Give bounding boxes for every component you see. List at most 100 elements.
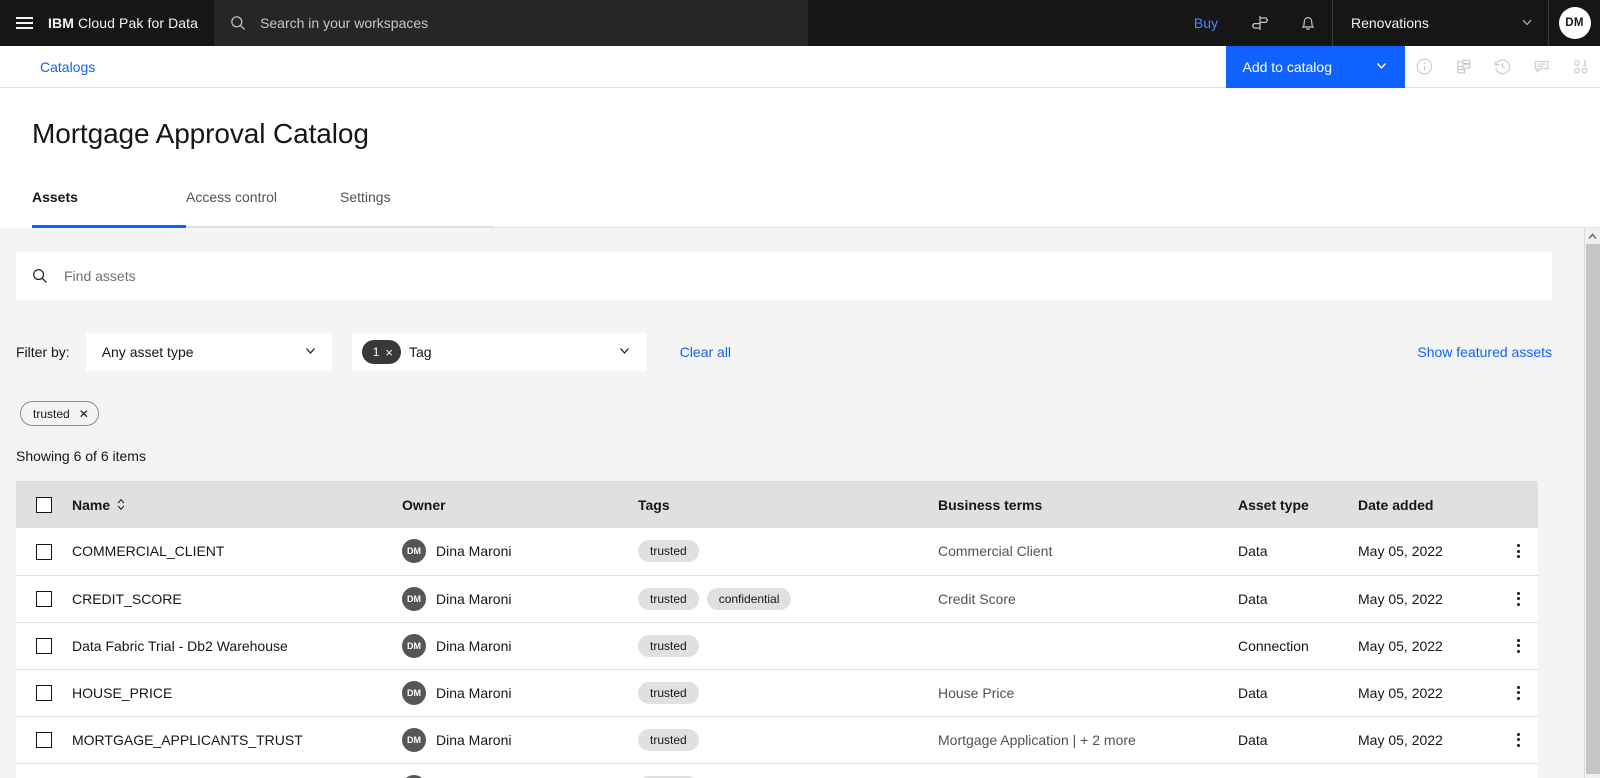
filter-row: Filter by: Any asset type 1 × Tag Clear … [16,333,1568,371]
select-all-checkbox[interactable] [36,497,52,514]
asset-name-cell[interactable]: MORTGAGE_APPLICATION [72,763,402,778]
hamburger-menu-icon[interactable] [0,0,48,46]
vertical-scrollbar[interactable] [1584,228,1600,778]
business-terms-cell: House Price [938,669,1238,716]
overflow-menu-icon[interactable] [1498,732,1538,747]
date-added-cell: May 05, 2022 [1358,622,1498,669]
asset-name-cell[interactable]: HOUSE_PRICE [72,669,402,716]
row-checkbox[interactable] [36,591,52,608]
overflow-menu-icon[interactable] [1498,544,1538,559]
tag-filter-count-badge[interactable]: 1 × [361,340,401,364]
overflow-menu-icon[interactable] [1498,638,1538,653]
tag-pill[interactable]: confidential [706,587,792,610]
overflow-menu-icon[interactable] [1498,591,1538,606]
owner-avatar: DM [402,680,426,705]
history-icon[interactable] [1483,46,1522,87]
binary-data-icon[interactable] [1561,46,1600,87]
find-assets-search[interactable] [16,252,1552,300]
page-title: Mortgage Approval Catalog [32,118,369,149]
table-row[interactable]: MORTGAGE_APPLICANTS_TRUST DM Dina Maroni… [16,716,1538,763]
table-row[interactable]: COMMERCIAL_CLIENT DM Dina Maroni trusted… [16,528,1538,575]
tag-pill[interactable]: trusted [638,540,699,563]
sort-by-name-button[interactable]: Name [72,497,125,513]
column-header-date-added: Date added [1358,496,1434,513]
table-row[interactable]: MORTGAGE_APPLICATION DM Dina Maroni trus… [16,763,1538,778]
find-assets-input[interactable] [64,268,1552,284]
global-search-input[interactable] [260,15,809,31]
date-added-text: May 05, 2022 [1358,543,1443,560]
business-terms-cell [938,622,1238,669]
business-term-text: Mortgage Application | + 2 more [938,731,1136,748]
signpost-icon[interactable] [1236,0,1284,46]
asset-type-text: Connection [1238,637,1309,654]
sitemap-icon[interactable] [1444,46,1483,87]
show-featured-assets-link[interactable]: Show featured assets [1417,344,1552,360]
column-header-actions [1498,481,1538,528]
info-icon[interactable] [1405,46,1444,87]
page-header: Mortgage Approval Catalog Assets Access … [0,88,1600,228]
column-header-asset-type: Asset type [1238,496,1309,513]
asset-name-link[interactable]: CREDIT_SCORE [72,591,182,607]
date-added-cell: May 05, 2022 [1358,528,1498,575]
scroll-up-arrow-icon[interactable] [1585,228,1600,244]
asset-type-text: Data [1238,543,1268,560]
workspace-selector[interactable]: Renovations [1332,0,1548,46]
user-avatar-button[interactable]: DM [1548,0,1600,46]
owner-avatar: DM [402,633,426,658]
owner-name: Dina Maroni [436,637,512,654]
tag-filter-select[interactable]: 1 × Tag [351,333,646,371]
product-brand[interactable]: IBM Cloud Pak for Data [48,0,214,46]
row-checkbox[interactable] [36,685,52,702]
asset-name-cell[interactable]: COMMERCIAL_CLIENT [72,528,402,575]
table-row[interactable]: CREDIT_SCORE DM Dina Maroni trusted confi… [16,575,1538,622]
overflow-menu-icon[interactable] [1498,685,1538,700]
row-checkbox[interactable] [36,543,52,560]
column-header-name[interactable]: Name [72,481,402,528]
clear-all-button[interactable]: Clear all [680,344,731,360]
buy-button[interactable]: Buy [1176,0,1236,46]
comment-icon[interactable] [1522,46,1561,87]
filter-chip-trusted[interactable]: trusted ✕ [20,401,99,426]
row-actions-cell [1498,528,1538,575]
tag-pill[interactable]: trusted [638,728,699,751]
global-search[interactable] [214,0,809,46]
tag-pill[interactable]: trusted [638,634,699,657]
asset-name-link[interactable]: Data Fabric Trial - Db2 Warehouse [72,638,288,654]
bell-icon[interactable] [1284,0,1332,46]
row-checkbox[interactable] [36,638,52,655]
tab-access-control[interactable]: Access control [186,186,340,228]
asset-type-select[interactable]: Any asset type [85,333,332,371]
tag-pill[interactable]: trusted [638,681,699,704]
chevron-down-icon [1520,15,1534,32]
tag-pill[interactable]: trusted [638,587,699,610]
asset-name-cell[interactable]: Data Fabric Trial - Db2 Warehouse [72,622,402,669]
business-term-text: Commercial Client [938,543,1053,560]
tab-list: Assets Access control Settings [32,186,1600,228]
table-row[interactable]: HOUSE_PRICE DM Dina Maroni trusted House… [16,669,1538,716]
breadcrumb[interactable]: Catalogs [0,46,95,87]
asset-name-cell[interactable]: MORTGAGE_APPLICANTS_TRUST [72,716,402,763]
tags-cell: trusted [638,669,938,716]
row-select-cell [16,716,72,763]
asset-name-link[interactable]: MORTGAGE_APPLICANTS_TRUST [72,732,303,748]
tab-settings[interactable]: Settings [340,186,494,228]
tab-assets[interactable]: Assets [32,186,186,228]
table-row[interactable]: Data Fabric Trial - Db2 Warehouse DM Din… [16,622,1538,669]
owner-name: Dina Maroni [436,543,512,560]
asset-type-cell: Connection [1238,622,1358,669]
date-added-cell: May 05, 2022 [1358,669,1498,716]
chevron-down-icon [1374,58,1389,76]
date-added-text: May 05, 2022 [1358,731,1443,748]
add-to-catalog-button[interactable]: Add to catalog [1226,46,1405,88]
scrollbar-thumb[interactable] [1586,244,1600,774]
assets-table-body: COMMERCIAL_CLIENT DM Dina Maroni trusted… [16,528,1538,778]
asset-name-cell[interactable]: CREDIT_SCORE [72,575,402,622]
asset-name-link[interactable]: HOUSE_PRICE [72,685,172,701]
row-checkbox[interactable] [36,732,52,749]
clear-tag-filter-icon[interactable]: × [385,346,393,359]
asset-name-link[interactable]: COMMERCIAL_CLIENT [72,543,224,559]
close-icon[interactable]: ✕ [79,407,89,421]
owner-cell: DM Dina Maroni [402,575,638,622]
filter-chip-label: trusted [33,406,70,421]
sort-arrows-icon [117,498,125,511]
